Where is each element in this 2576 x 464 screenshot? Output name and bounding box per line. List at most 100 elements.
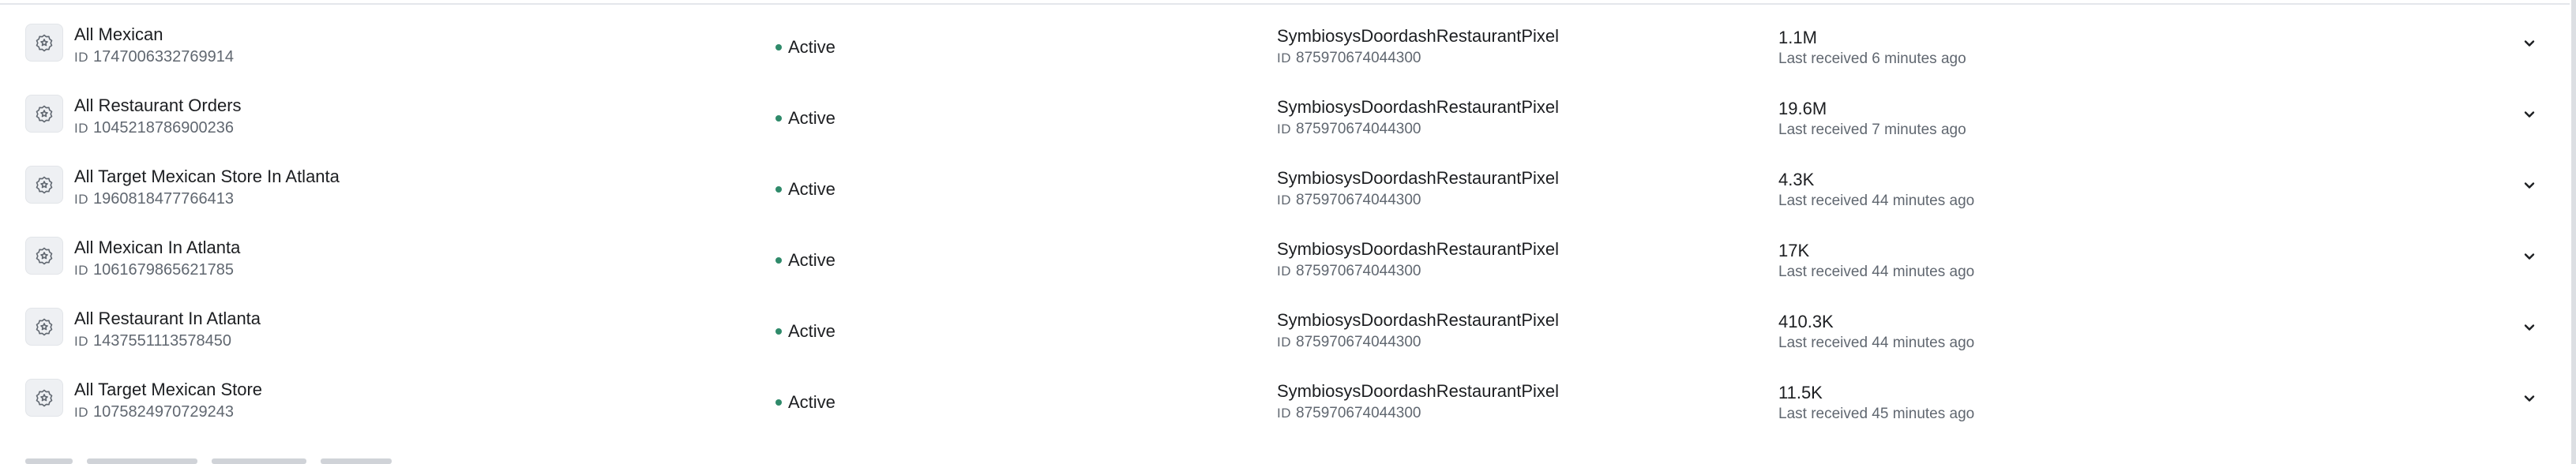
- id-value: 1045218786900236: [93, 119, 234, 137]
- events-cell: 410.3K Last received 44 minutes ago: [1778, 311, 2331, 354]
- conversion-name[interactable]: All Restaurant Orders: [74, 95, 706, 117]
- next-row-fragment: [25, 458, 392, 464]
- pixel-name: SymbiosysDoordashRestaurantPixel: [1277, 239, 1560, 259]
- pixel-name: SymbiosysDoordashRestaurantPixel: [1277, 97, 1560, 117]
- status-dot-icon: [775, 399, 782, 406]
- pixel-id-value: 875970674044300: [1296, 263, 1421, 279]
- events-count: 410.3K: [1778, 312, 1834, 331]
- conversion-name[interactable]: All Mexican: [74, 24, 706, 46]
- pixel-cell: SymbiosysDoordashRestaurantPixel ID 87597…: [1277, 238, 1751, 283]
- chevron-down-icon: [2524, 324, 2535, 331]
- pixel-name: SymbiosysDoordashRestaurantPixel: [1277, 168, 1560, 188]
- status-badge: Active: [775, 36, 836, 58]
- last-received: Last received 44 minutes ago: [1778, 335, 1975, 351]
- id-label: ID: [74, 121, 88, 136]
- pixel-id: ID 875970674044300: [1277, 402, 1751, 425]
- status-badge: Active: [775, 107, 836, 129]
- status-badge: Active: [775, 178, 836, 200]
- badge-star-icon: [25, 308, 63, 346]
- pixel-id: ID 875970674044300: [1277, 118, 1751, 140]
- last-received: Last received 7 minutes ago: [1778, 122, 1966, 138]
- events-cell: 19.6M Last received 7 minutes ago: [1778, 98, 2331, 140]
- events-cell: 4.3K Last received 44 minutes ago: [1778, 169, 2331, 211]
- scrollbar-edge[interactable]: [2571, 0, 2576, 464]
- table-row[interactable]: All Target Mexican Store In Atlanta ID 19…: [0, 147, 2570, 218]
- pixel-id-value: 875970674044300: [1296, 50, 1421, 66]
- last-received: Last received 45 minutes ago: [1778, 406, 1975, 422]
- id-value: 1960818477766413: [93, 190, 234, 208]
- pixel-cell: SymbiosysDoordashRestaurantPixel ID 87597…: [1277, 309, 1751, 354]
- status-text: Active: [788, 179, 836, 199]
- id-label: ID: [74, 405, 88, 420]
- table-row[interactable]: All Target Mexican Store ID 1075824970729…: [0, 360, 2570, 431]
- conversion-name[interactable]: All Restaurant In Atlanta: [74, 308, 706, 330]
- pixel-cell: SymbiosysDoordashRestaurantPixel ID 87597…: [1277, 380, 1751, 425]
- last-received: Last received 44 minutes ago: [1778, 264, 1975, 280]
- status-dot-icon: [775, 186, 782, 193]
- id-label: ID: [74, 192, 88, 207]
- expand-row-button[interactable]: [2516, 243, 2543, 270]
- expand-row-button[interactable]: [2516, 172, 2543, 199]
- events-count: 1.1M: [1778, 28, 1817, 47]
- chevron-down-icon: [2524, 111, 2535, 118]
- expand-row-button[interactable]: [2516, 314, 2543, 341]
- conversion-name-cell: All Target Mexican Store ID 1075824970729…: [74, 379, 706, 424]
- pixel-name: SymbiosysDoordashRestaurantPixel: [1277, 26, 1560, 46]
- expand-row-button[interactable]: [2516, 30, 2543, 57]
- pixel-cell: SymbiosysDoordashRestaurantPixel ID 87597…: [1277, 25, 1751, 69]
- conversion-id: ID 1960818477766413: [74, 188, 706, 211]
- conversion-name[interactable]: All Target Mexican Store In Atlanta: [74, 166, 706, 188]
- events-count: 4.3K: [1778, 170, 1815, 189]
- id-label: ID: [74, 50, 88, 65]
- status-text: Active: [788, 321, 836, 341]
- conversion-name-cell: All Target Mexican Store In Atlanta ID 19…: [74, 166, 706, 211]
- conversion-name-cell: All Mexican ID 1747006332769914: [74, 24, 706, 69]
- pixel-id-value: 875970674044300: [1296, 192, 1421, 208]
- pixel-id: ID 875970674044300: [1277, 331, 1751, 354]
- conversion-name[interactable]: All Target Mexican Store: [74, 379, 706, 401]
- pixel-id-label: ID: [1277, 51, 1291, 65]
- conversion-id: ID 1747006332769914: [74, 46, 706, 69]
- id-label: ID: [74, 334, 88, 349]
- events-cell: 11.5K Last received 45 minutes ago: [1778, 382, 2331, 425]
- conversion-name-cell: All Restaurant In Atlanta ID 143755111357…: [74, 308, 706, 353]
- status-text: Active: [788, 392, 836, 412]
- status-dot-icon: [775, 115, 782, 122]
- table-row[interactable]: All Restaurant Orders ID 1045218786900236…: [0, 76, 2570, 147]
- badge-star-icon: [25, 237, 63, 275]
- badge-star-icon: [25, 95, 63, 133]
- pixel-id-value: 875970674044300: [1296, 334, 1421, 350]
- pixel-cell: SymbiosysDoordashRestaurantPixel ID 87597…: [1277, 96, 1751, 140]
- pixel-id-value: 875970674044300: [1296, 405, 1421, 421]
- id-value: 1075824970729243: [93, 403, 234, 421]
- chevron-down-icon: [2524, 40, 2535, 47]
- badge-star-icon: [25, 166, 63, 204]
- expand-row-button[interactable]: [2516, 385, 2543, 412]
- id-value: 1061679865621785: [93, 261, 234, 279]
- status-badge: Active: [775, 320, 836, 342]
- events-count: 11.5K: [1778, 383, 1823, 402]
- table-row[interactable]: All Mexican In Atlanta ID 106167986562178…: [0, 218, 2570, 289]
- table-row[interactable]: All Restaurant In Atlanta ID 143755111357…: [0, 289, 2570, 360]
- conversion-id: ID 1045218786900236: [74, 117, 706, 140]
- pixel-cell: SymbiosysDoordashRestaurantPixel ID 87597…: [1277, 167, 1751, 211]
- conversion-id: ID 1075824970729243: [74, 401, 706, 424]
- conversion-name[interactable]: All Mexican In Atlanta: [74, 237, 706, 259]
- expand-row-button[interactable]: [2516, 101, 2543, 128]
- status-dot-icon: [775, 257, 782, 264]
- conversion-name-cell: All Mexican In Atlanta ID 106167986562178…: [74, 237, 706, 282]
- conversion-name-cell: All Restaurant Orders ID 1045218786900236: [74, 95, 706, 140]
- badge-star-icon: [25, 379, 63, 417]
- pixel-id: ID 875970674044300: [1277, 189, 1751, 211]
- table-row[interactable]: All Mexican ID 1747006332769914 Active Sy…: [0, 5, 2570, 76]
- events-cell: 1.1M Last received 6 minutes ago: [1778, 27, 2331, 69]
- events-count: 19.6M: [1778, 99, 1827, 118]
- last-received: Last received 6 minutes ago: [1778, 51, 1966, 67]
- chevron-down-icon: [2524, 395, 2535, 402]
- last-received: Last received 44 minutes ago: [1778, 193, 1975, 209]
- pixel-id-label: ID: [1277, 335, 1291, 350]
- events-cell: 17K Last received 44 minutes ago: [1778, 240, 2331, 283]
- pixel-id-label: ID: [1277, 193, 1291, 208]
- conversion-id: ID 1437551113578450: [74, 330, 706, 353]
- pixel-name: SymbiosysDoordashRestaurantPixel: [1277, 310, 1560, 330]
